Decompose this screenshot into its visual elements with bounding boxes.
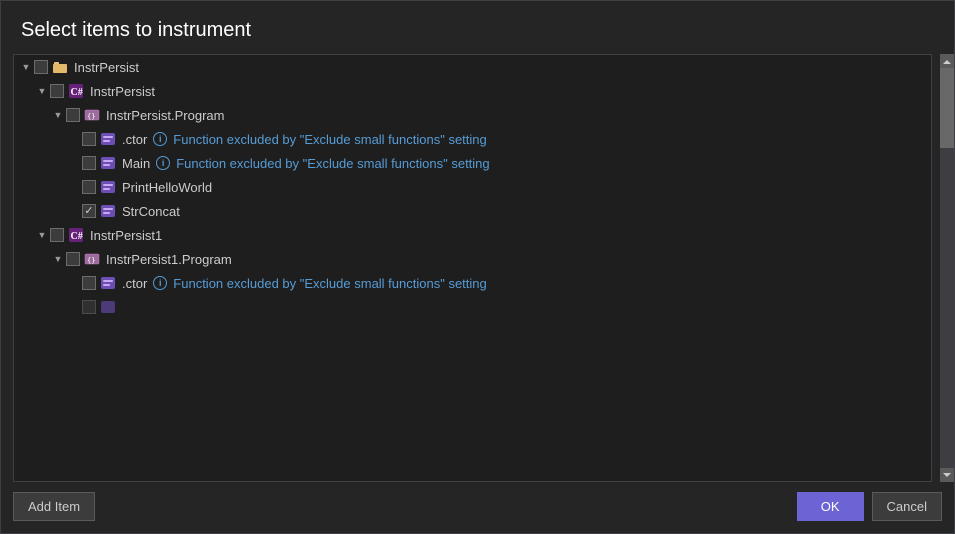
svg-text:{}: {} <box>87 113 95 121</box>
checkbox[interactable] <box>50 84 64 98</box>
item-label: .ctor <box>122 132 147 147</box>
item-label: StrConcat <box>122 204 180 219</box>
tree-row[interactable]: C# InstrPersist1 <box>14 223 931 247</box>
tree-row[interactable]: PrintHelloWorld <box>14 175 931 199</box>
checkbox[interactable] <box>82 132 96 146</box>
cancel-button[interactable]: Cancel <box>872 492 942 521</box>
scroll-up-button[interactable] <box>940 54 954 68</box>
project-icon <box>52 59 68 75</box>
info-icon: i <box>153 276 167 290</box>
footer-buttons: OK Cancel <box>797 492 942 521</box>
tree-container[interactable]: InstrPersist C# InstrPersist <box>13 54 932 482</box>
tree-row[interactable] <box>14 295 931 319</box>
namespace-icon: {} <box>84 251 100 267</box>
dialog: Select items to instrument InstrPersist <box>0 0 955 534</box>
dialog-body: InstrPersist C# InstrPersist <box>1 54 954 482</box>
tree-row[interactable]: {} InstrPersist1.Program <box>14 247 931 271</box>
csharp-project-icon: C# <box>68 83 84 99</box>
excluded-link[interactable]: Function excluded by "Exclude small func… <box>176 156 489 171</box>
method-icon <box>100 299 116 315</box>
ok-button[interactable]: OK <box>797 492 864 521</box>
svg-text:C#: C# <box>71 87 83 98</box>
dialog-footer: Add Item OK Cancel <box>1 482 954 533</box>
svg-text:{}: {} <box>87 257 95 265</box>
checkbox[interactable] <box>34 60 48 74</box>
method-icon <box>100 155 116 171</box>
item-label: InstrPersist1.Program <box>106 252 232 267</box>
svg-text:C#: C# <box>71 231 83 242</box>
item-label: InstrPersist <box>74 60 139 75</box>
info-icon: i <box>156 156 170 170</box>
scrollbar[interactable] <box>940 54 954 482</box>
tree-row[interactable]: C# InstrPersist <box>14 79 931 103</box>
excluded-link[interactable]: Function excluded by "Exclude small func… <box>173 132 486 147</box>
dialog-title: Select items to instrument <box>1 1 954 54</box>
method-icon <box>100 179 116 195</box>
checkbox[interactable] <box>66 108 80 122</box>
item-label: InstrPersist1 <box>90 228 162 243</box>
item-label: Main <box>122 156 150 171</box>
item-label: InstrPersist <box>90 84 155 99</box>
checkbox[interactable] <box>82 300 96 314</box>
method-icon <box>100 275 116 291</box>
namespace-icon: {} <box>84 107 100 123</box>
item-label: .ctor <box>122 276 147 291</box>
csharp-project-icon: C# <box>68 227 84 243</box>
checkbox[interactable] <box>82 276 96 290</box>
checkbox[interactable] <box>82 180 96 194</box>
tree-row[interactable]: .ctor i Function excluded by "Exclude sm… <box>14 127 931 151</box>
expander-icon[interactable] <box>34 83 50 99</box>
expander-icon[interactable] <box>50 107 66 123</box>
checkbox[interactable] <box>66 252 80 266</box>
expander-icon[interactable] <box>18 59 34 75</box>
item-label: InstrPersist.Program <box>106 108 224 123</box>
checkbox[interactable] <box>82 156 96 170</box>
scroll-track[interactable] <box>940 68 954 468</box>
item-label: PrintHelloWorld <box>122 180 212 195</box>
tree-row[interactable]: Main i Function excluded by "Exclude sma… <box>14 151 931 175</box>
tree-row[interactable]: {} InstrPersist.Program <box>14 103 931 127</box>
method-icon <box>100 131 116 147</box>
expander-icon[interactable] <box>50 251 66 267</box>
expander-icon[interactable] <box>34 227 50 243</box>
checkbox[interactable] <box>50 228 64 242</box>
add-item-button[interactable]: Add Item <box>13 492 95 521</box>
scroll-down-button[interactable] <box>940 468 954 482</box>
excluded-link[interactable]: Function excluded by "Exclude small func… <box>173 276 486 291</box>
tree-row[interactable]: .ctor i Function excluded by "Exclude sm… <box>14 271 931 295</box>
method-icon <box>100 203 116 219</box>
tree-row[interactable]: InstrPersist <box>14 55 931 79</box>
tree-row[interactable]: StrConcat <box>14 199 931 223</box>
checkbox[interactable] <box>82 204 96 218</box>
info-icon: i <box>153 132 167 146</box>
scroll-thumb[interactable] <box>940 68 954 148</box>
